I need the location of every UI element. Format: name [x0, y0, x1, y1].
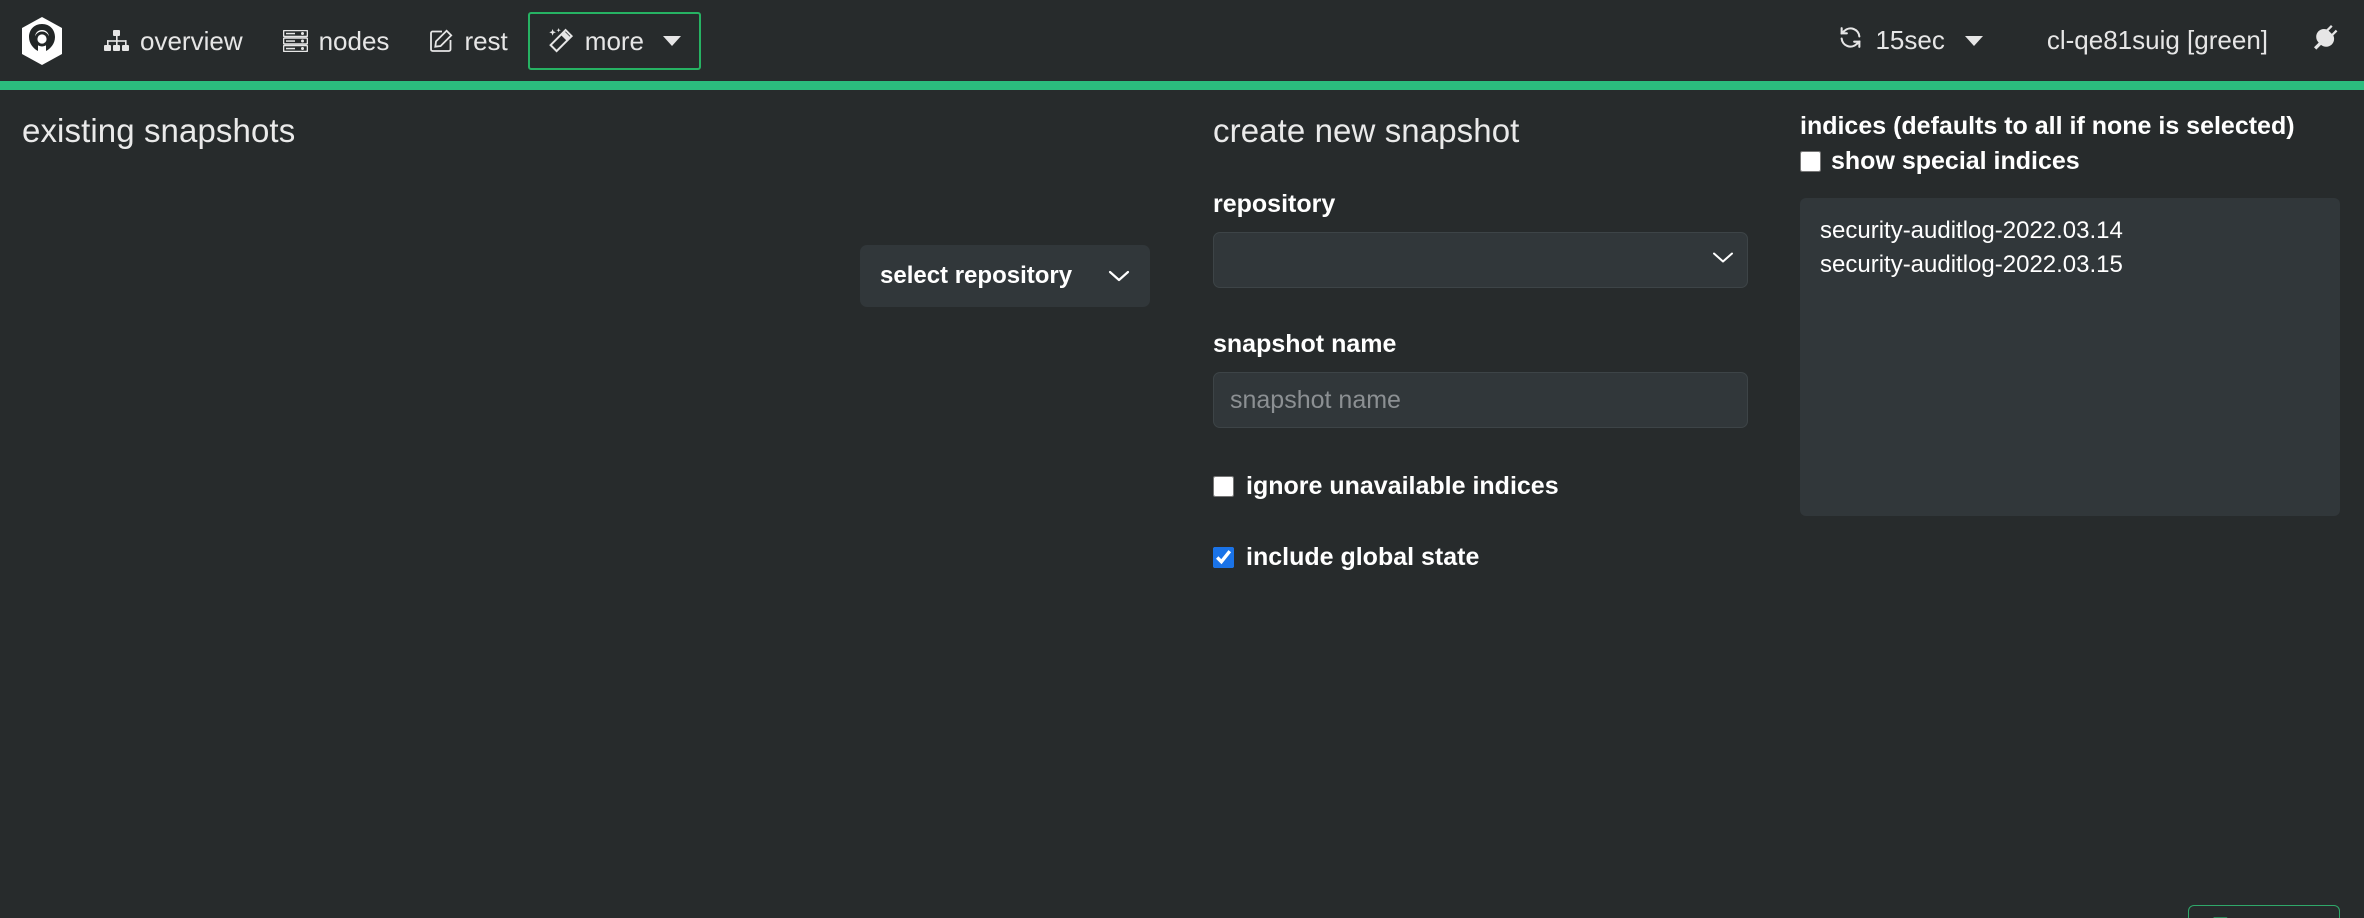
magic-wand-icon	[548, 28, 574, 54]
indices-listbox[interactable]: security-auditlog-2022.03.14 security-au…	[1800, 198, 2340, 516]
nav-item-overview-label: overview	[140, 28, 243, 54]
ignore-unavailable-indices-label: ignore unavailable indices	[1246, 474, 1559, 499]
plug-icon	[2312, 24, 2342, 57]
navbar-right-group: 15sec cl-qe81suig [green]	[1824, 0, 2342, 81]
nav-item-rest-label: rest	[464, 28, 507, 54]
pen-to-square-icon	[429, 29, 453, 53]
repository-select[interactable]	[1213, 232, 1748, 288]
show-special-indices-label: show special indices	[1831, 147, 2080, 176]
cerebro-logo-icon[interactable]	[16, 15, 68, 67]
create-snapshot-button[interactable]: create	[2188, 905, 2340, 918]
select-repository-button[interactable]: select repository	[860, 245, 1150, 307]
ignore-unavailable-indices-row[interactable]: ignore unavailable indices	[1213, 474, 1753, 499]
nav-item-overview[interactable]: overview	[84, 12, 263, 70]
chevron-down-icon	[1965, 36, 1983, 46]
create-snapshot-title: create new snapshot	[1213, 112, 1753, 150]
nav-item-more-label: more	[585, 28, 644, 54]
include-global-state-checkbox[interactable]	[1213, 547, 1234, 568]
chevron-down-icon	[1108, 262, 1130, 290]
create-snapshot-section: create new snapshot repository snapshot …	[1213, 112, 1753, 570]
show-special-indices-checkbox[interactable]	[1800, 151, 1821, 172]
indices-title: indices (defaults to all if none is sele…	[1800, 112, 2340, 141]
main-content: existing snapshots select repository cre…	[0, 90, 2364, 918]
ignore-unavailable-indices-checkbox[interactable]	[1213, 476, 1234, 497]
existing-snapshots-section: existing snapshots	[22, 112, 842, 150]
existing-snapshots-title: existing snapshots	[22, 112, 842, 150]
select-repository-label: select repository	[880, 262, 1072, 290]
navbar-left-group: overview nodes rest	[8, 0, 701, 81]
repository-field-label: repository	[1213, 190, 1753, 219]
include-global-state-label: include global state	[1246, 545, 1479, 570]
list-item[interactable]: security-auditlog-2022.03.14	[1820, 214, 2340, 248]
snapshot-name-input[interactable]	[1213, 372, 1748, 428]
nav-item-more[interactable]: more	[528, 12, 701, 70]
snapshot-name-field-label: snapshot name	[1213, 330, 1753, 359]
refresh-interval-selector[interactable]: 15sec	[1824, 25, 1996, 57]
indices-section: indices (defaults to all if none is sele…	[1800, 112, 2340, 516]
repository-select-wrapper	[1213, 232, 1748, 288]
top-navbar: overview nodes rest	[0, 0, 2364, 81]
cluster-name-label[interactable]: cl-qe81suig [green]	[2047, 25, 2268, 56]
accent-bar	[0, 81, 2364, 90]
include-global-state-row[interactable]: include global state	[1213, 545, 1753, 570]
server-icon	[283, 30, 308, 52]
refresh-icon	[1838, 25, 1863, 57]
nav-item-nodes[interactable]: nodes	[263, 12, 410, 70]
list-item[interactable]: security-auditlog-2022.03.15	[1820, 248, 2340, 282]
chevron-down-icon	[663, 36, 681, 46]
show-special-indices-row[interactable]: show special indices	[1800, 147, 2340, 176]
disconnect-button[interactable]	[2312, 24, 2342, 57]
refresh-interval-label: 15sec	[1875, 25, 1944, 56]
nav-item-rest[interactable]: rest	[409, 12, 527, 70]
nav-item-nodes-label: nodes	[319, 28, 390, 54]
sitemap-icon	[104, 30, 129, 52]
